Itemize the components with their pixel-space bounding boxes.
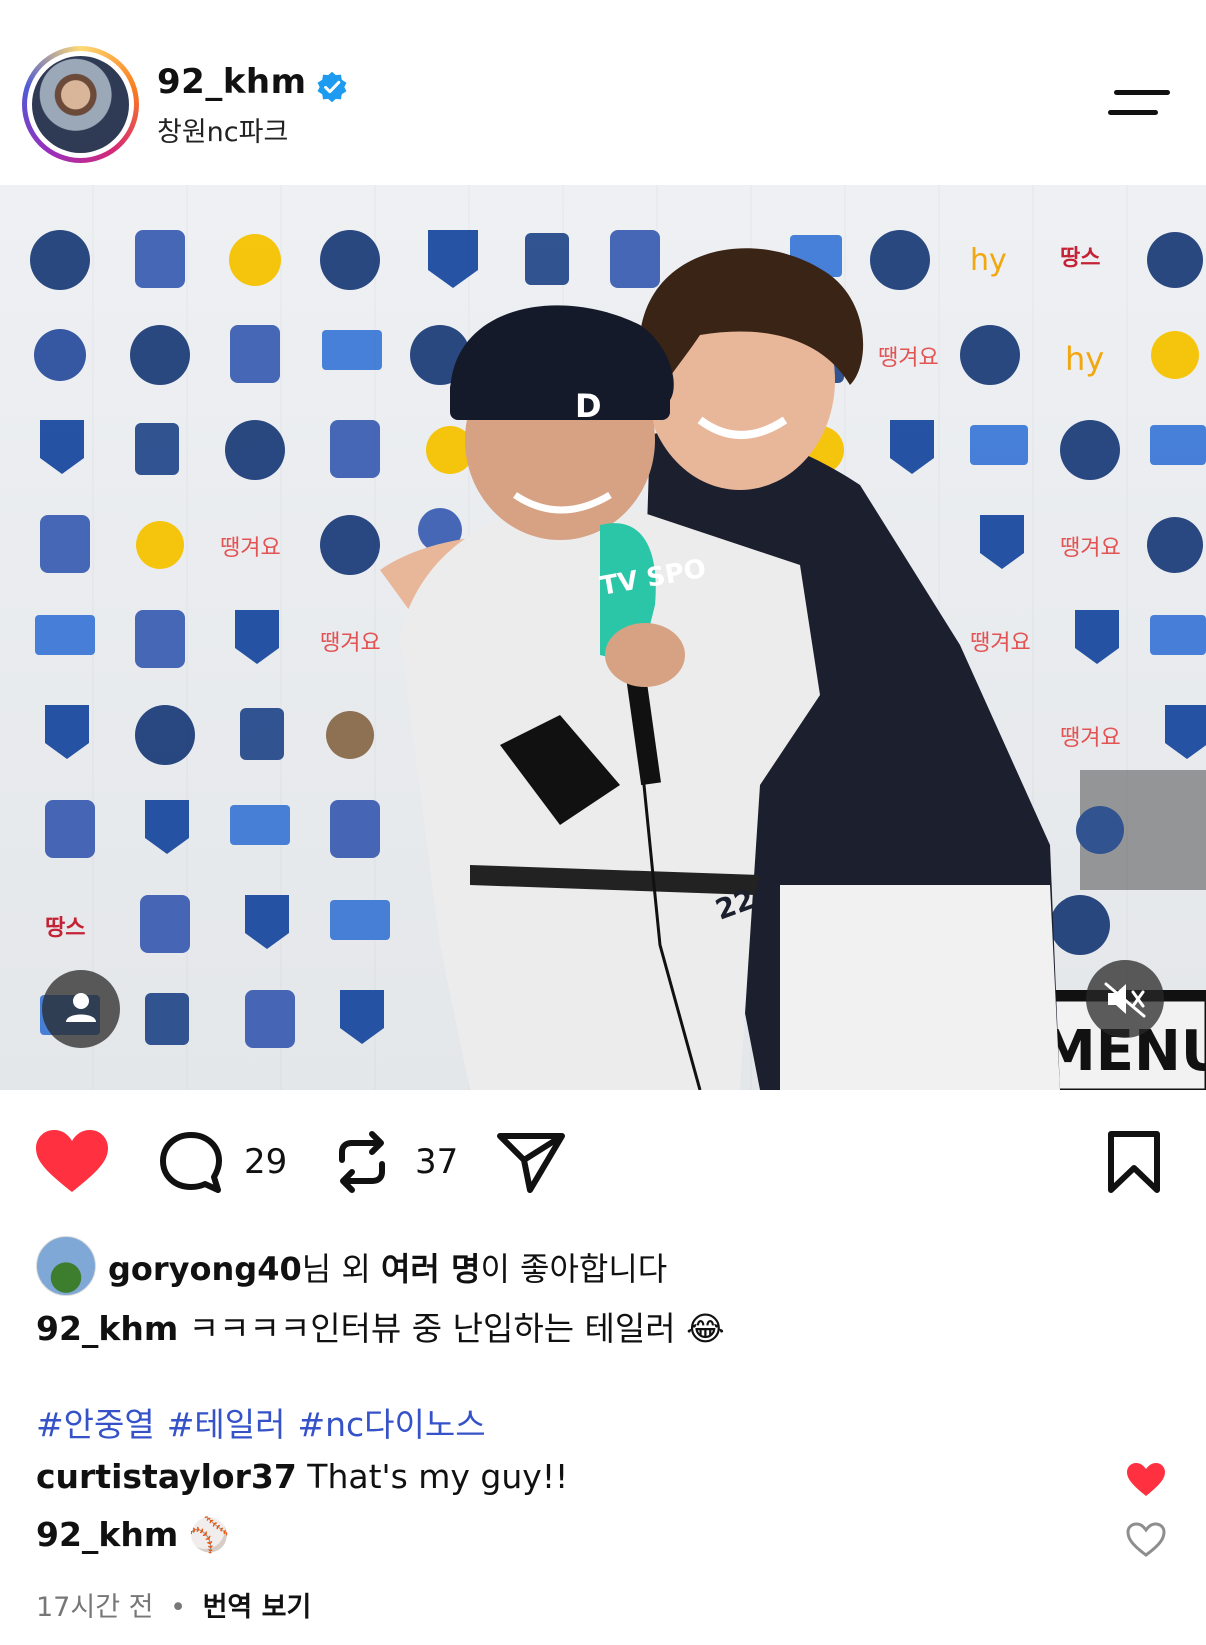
comment-item: curtistaylor37 That's my guy!! <box>36 1457 568 1496</box>
svg-text:땡겨요: 땡겨요 <box>1060 726 1121 751</box>
translate-link[interactable]: 번역 보기 <box>203 1592 312 1623</box>
others-link[interactable]: 여러 명 <box>381 1250 480 1288</box>
comment-text: That's my guy!! <box>307 1457 569 1496</box>
post-caption: 92_khm ㅋㅋㅋㅋ인터뷰 중 난입하는 테일러 😂 <box>36 1302 725 1350</box>
speaker-muted-icon <box>1104 982 1146 1018</box>
meta-separator: • <box>170 1592 186 1623</box>
hashtag-3[interactable]: #nc다이노스 <box>297 1405 485 1444</box>
comment-item: 92_khm ⚾ <box>36 1515 230 1555</box>
post-photo[interactable]: hy 땅스 땡겨요 hy 땡겨요 땡겨요 땡겨요 땡겨요 땡겨요 땅스 MENU… <box>0 185 1206 1090</box>
hamburger-menu-icon[interactable] <box>1108 86 1170 122</box>
comment-text: ⚾ <box>188 1515 230 1554</box>
liker-username[interactable]: goryong40 <box>108 1250 302 1288</box>
action-bar: 29 37 <box>0 1110 1206 1210</box>
liker-avatar[interactable] <box>36 1236 96 1296</box>
post-location[interactable]: 창원nc파크 <box>157 110 288 149</box>
author-username[interactable]: 92_khm <box>157 62 307 102</box>
author-avatar[interactable] <box>22 46 139 163</box>
comment-username[interactable]: 92_khm <box>36 1515 178 1554</box>
repost-count: 37 <box>415 1142 459 1182</box>
caption-text: ㅋㅋㅋㅋ인터뷰 중 난입하는 테일러 😂 <box>188 1309 725 1348</box>
user-tag-icon <box>66 993 96 1022</box>
svg-text:땡겨요: 땡겨요 <box>1060 536 1121 561</box>
send-icon[interactable] <box>496 1130 566 1194</box>
svg-text:hy: hy <box>970 243 1007 278</box>
post-meta: 17시간 전 • 번역 보기 <box>36 1585 311 1624</box>
comment-username[interactable]: curtistaylor37 <box>36 1457 297 1496</box>
mute-button[interactable] <box>1086 960 1164 1038</box>
liked-by-row[interactable]: goryong40님 외 여러 명이 좋아합니다 <box>36 1236 1166 1298</box>
svg-text:D: D <box>575 387 602 425</box>
hashtag-2[interactable]: #테일러 <box>167 1405 286 1444</box>
post-header: 92_khm 창원nc파크 <box>0 0 1206 185</box>
svg-text:땅스: 땅스 <box>45 916 85 941</box>
svg-text:땡겨요: 땡겨요 <box>320 631 381 656</box>
svg-text:hy: hy <box>1065 340 1104 378</box>
comment-bubble-icon[interactable] <box>158 1130 224 1194</box>
heart-icon[interactable] <box>36 1130 108 1194</box>
author-avatar-image <box>32 56 129 153</box>
hashtag-row: #안중열 #테일러 #nc다이노스 <box>36 1398 498 1446</box>
hashtag-1[interactable]: #안중열 <box>36 1405 155 1444</box>
user-tag-button[interactable] <box>42 970 120 1048</box>
svg-text:땡겨요: 땡겨요 <box>878 346 939 371</box>
comment-count: 29 <box>244 1142 288 1182</box>
caption-author[interactable]: 92_khm <box>36 1309 178 1348</box>
svg-text:땡겨요: 땡겨요 <box>220 536 281 561</box>
svg-text:땅스: 땅스 <box>1060 246 1100 271</box>
post-timestamp: 17시간 전 <box>36 1592 154 1623</box>
repost-icon[interactable] <box>332 1130 392 1194</box>
svg-text:땡겨요: 땡겨요 <box>970 631 1031 656</box>
comment-like-heart-icon[interactable] <box>1126 1462 1166 1498</box>
bookmark-icon[interactable] <box>1106 1130 1162 1194</box>
comment-like-heart-icon[interactable] <box>1126 1522 1166 1558</box>
verified-badge-icon <box>317 71 347 103</box>
photo-scene: hy 땅스 땡겨요 hy 땡겨요 땡겨요 땡겨요 땡겨요 땡겨요 땅스 MENU… <box>30 230 1206 1090</box>
